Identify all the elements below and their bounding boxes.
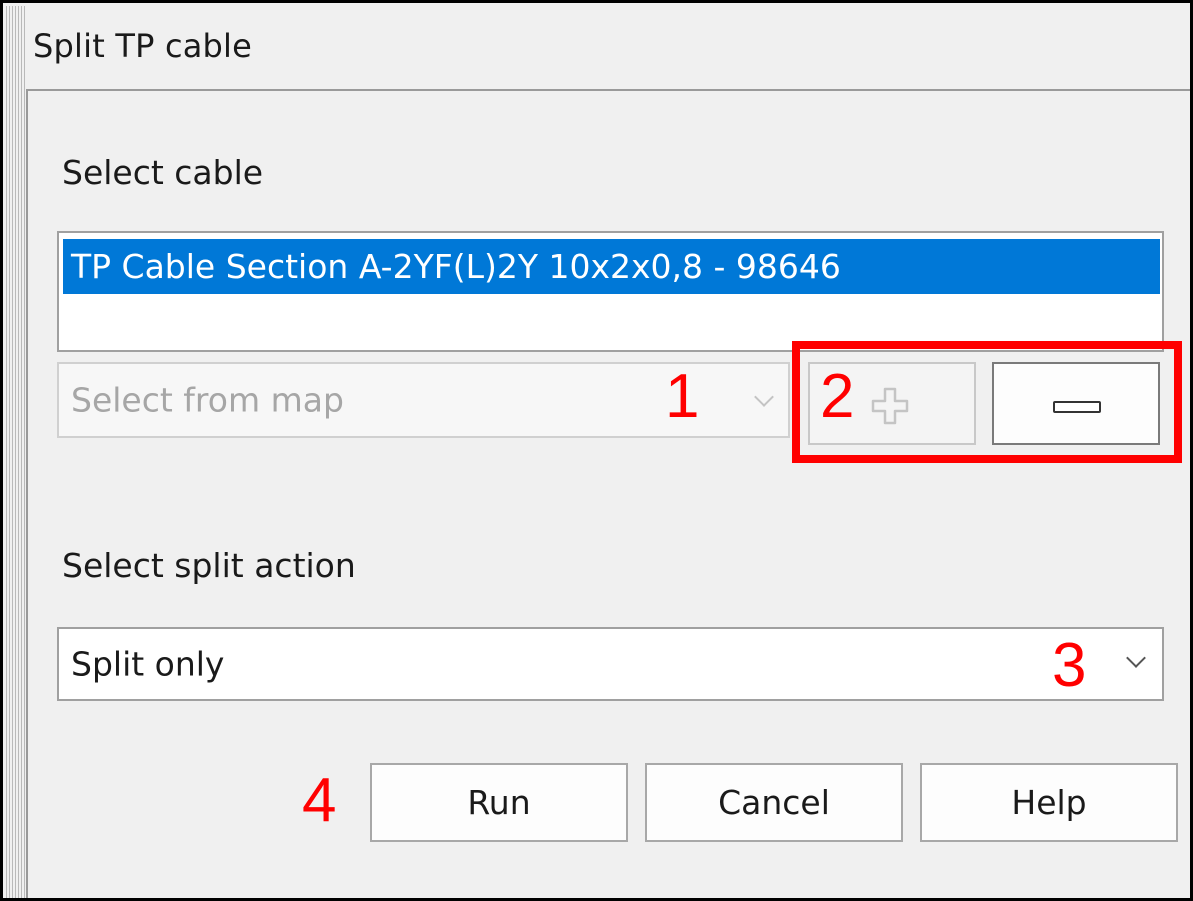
split-action-dropdown[interactable]: Split only — [57, 627, 1164, 701]
run-button[interactable]: Run — [370, 763, 628, 842]
window-grip[interactable] — [6, 6, 26, 898]
cable-listbox[interactable]: TP Cable Section A-2YF(L)2Y 10x2x0,8 - 9… — [57, 231, 1164, 352]
select-cable-label: Select cable — [62, 153, 264, 192]
chevron-down-icon — [754, 387, 774, 407]
split-action-value: Split only — [71, 644, 225, 684]
dialog-window: Split TP cable Select cable TP Cable Sec… — [0, 0, 1193, 901]
callout-1: 1 — [665, 362, 700, 431]
window-title: Split TP cable — [33, 27, 253, 65]
list-item[interactable]: TP Cable Section A-2YF(L)2Y 10x2x0,8 - 9… — [63, 239, 1160, 294]
select-split-action-label: Select split action — [62, 546, 356, 585]
callout-2: 2 — [820, 362, 855, 431]
callout-4: 4 — [302, 766, 337, 835]
help-button[interactable]: Help — [920, 763, 1178, 842]
cancel-button[interactable]: Cancel — [645, 763, 903, 842]
chevron-down-icon — [1126, 648, 1146, 668]
callout-3: 3 — [1052, 631, 1087, 700]
select-from-map-text: Select from map — [71, 380, 344, 420]
